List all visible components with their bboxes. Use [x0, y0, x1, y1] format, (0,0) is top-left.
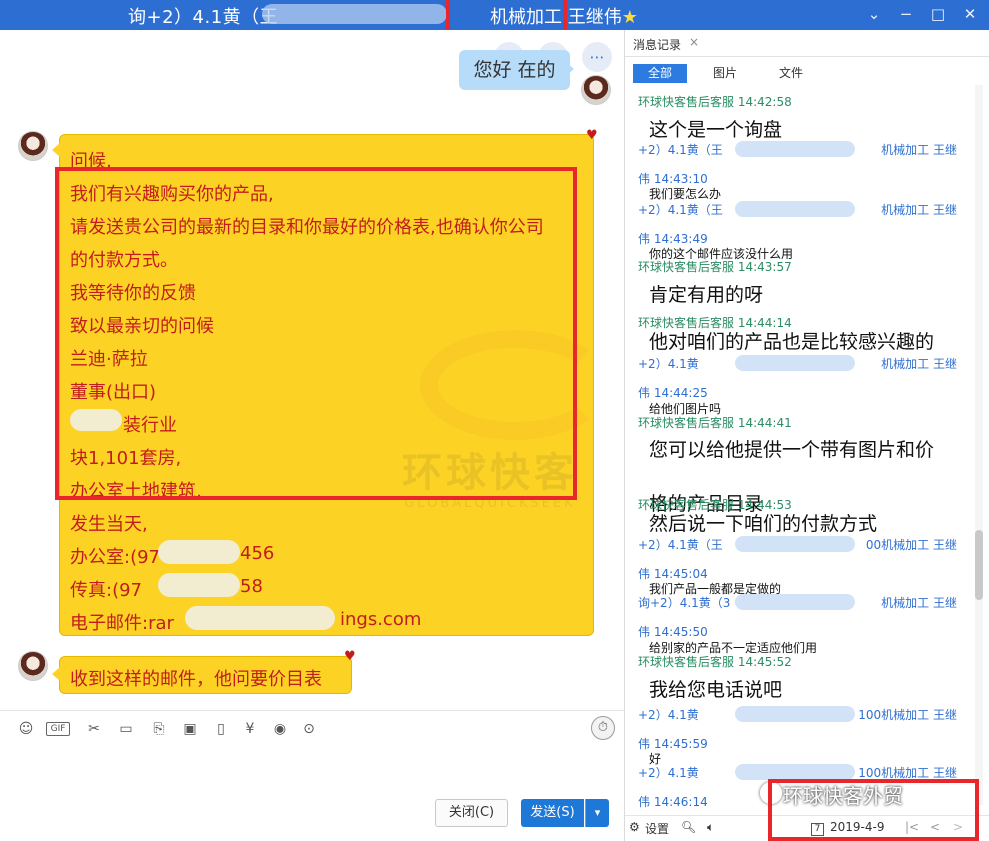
image-icon[interactable]: ▣: [180, 719, 200, 739]
email-line-tail: 456: [240, 543, 275, 564]
message-text: 收到这样的邮件，他问要价目表: [70, 669, 322, 690]
settings-icon[interactable]: ⚙: [629, 820, 640, 834]
window-title: 询+2）4.1黄（王: [128, 7, 279, 28]
history-entry-message: 我给您电话说吧: [649, 679, 783, 701]
history-entry-header-tail: 00机械加工 王继: [865, 538, 957, 552]
history-panel: 消息记录 × 全部 图片 文件 环球快客售后客服 14:42:58 这个是一个询盘…: [624, 30, 989, 841]
history-entry-message: 您可以给他提供一个带有图片和价: [649, 439, 935, 461]
close-icon[interactable]: ✕: [959, 3, 981, 25]
redaction: [185, 606, 335, 630]
contact-avatar[interactable]: [18, 131, 48, 161]
scrollbar-track[interactable]: [975, 85, 983, 805]
history-entry-header: +2）4.1黄（王: [638, 143, 723, 157]
history-entry-header: 环球快客售后客服 14:44:41: [638, 416, 792, 430]
history-entry-header-tail: 100机械加工 王继: [858, 708, 957, 722]
filter-files[interactable]: 文件: [767, 64, 815, 83]
email-line: 发生当天,: [70, 514, 148, 535]
sent-bubble-tail: [566, 62, 574, 76]
email-line: 办公室:(97: [70, 547, 160, 568]
email-line: 电子邮件:rar: [70, 613, 174, 634]
send-options-icon[interactable]: ▾: [585, 799, 609, 827]
bubble-tail: [52, 667, 60, 681]
dropdown-icon[interactable]: ⌄: [863, 3, 885, 25]
highlight-box-email: [55, 167, 577, 500]
history-entry-time: 伟 14:45:50: [638, 625, 708, 639]
history-entry-header: 环球快客售后客服 14:42:58: [638, 95, 792, 109]
history-entry-header: 环球快客售后客服 14:43:57: [638, 260, 792, 274]
sent-message-bubble: 您好 在的: [459, 50, 570, 90]
redaction: [735, 594, 855, 610]
history-entry-header: 环球快客售后客服 14:45:52: [638, 655, 792, 669]
emoji-icon[interactable]: ☺: [16, 719, 36, 739]
red-packet-icon[interactable]: ¥: [240, 719, 260, 739]
history-entry-time: 伟 14:46:14: [638, 795, 708, 809]
minimize-icon[interactable]: −: [895, 3, 917, 25]
folder-icon[interactable]: ▭: [116, 719, 136, 739]
close-tab-icon[interactable]: ×: [689, 35, 699, 49]
history-entry-header-tail: 机械加工 王继: [881, 143, 957, 157]
gif-icon[interactable]: GIF: [46, 722, 70, 736]
heart-icon: ♥: [344, 649, 356, 664]
more-icon[interactable]: ⋯: [582, 42, 612, 72]
email-line-tail: ings.com: [340, 609, 422, 630]
maximize-icon[interactable]: □: [927, 3, 949, 25]
volume-icon[interactable]: 🔈︎: [707, 820, 714, 835]
more-tools-icon[interactable]: ⊙: [299, 719, 319, 739]
redaction: [735, 141, 855, 157]
star-icon: ★: [621, 7, 638, 28]
message-bubble: 收到这样的邮件，他问要价目表: [59, 656, 352, 694]
redaction: [735, 536, 855, 552]
history-entry-header: +2）4.1黄: [638, 766, 699, 780]
history-entry-time: 伟 14:44:25: [638, 386, 708, 400]
email-line: 传真:(97: [70, 580, 142, 601]
redaction: [735, 355, 855, 371]
history-entry-header: +2）4.1黄: [638, 357, 699, 371]
history-entry-header-tail: 机械加工 王继: [881, 203, 957, 217]
history-entry-message: 肯定有用的呀: [649, 284, 764, 306]
history-entry-header: 询+2）4.1黄（3: [638, 596, 731, 610]
redaction: [158, 573, 240, 597]
history-entry-message: 他对咱们的产品也是比较感兴趣的: [649, 331, 935, 353]
redaction: [735, 201, 855, 217]
redaction: [158, 540, 240, 564]
close-button[interactable]: 关闭(C): [435, 799, 508, 827]
highlight-box-date: [768, 779, 979, 841]
contact-avatar[interactable]: [18, 651, 48, 681]
blurred-title-segment: [262, 4, 447, 24]
scissors-icon[interactable]: ✂: [84, 719, 104, 739]
search-icon[interactable]: 🔍︎: [681, 820, 696, 834]
send-button[interactable]: 发送(S): [521, 799, 584, 827]
history-entry-header: +2）4.1黄（王: [638, 203, 723, 217]
input-toolbar: ☺ GIF ✂ ▭ ⎘ ▣ ▯ ¥ ◉ ⊙: [0, 710, 624, 746]
music-icon[interactable]: ◉: [270, 719, 290, 739]
self-avatar[interactable]: [581, 75, 611, 105]
file-icon[interactable]: ⎘: [149, 719, 169, 739]
bubble-tail: [52, 143, 60, 157]
history-entry-header-tail: 机械加工 王继: [881, 596, 957, 610]
settings-label[interactable]: 设置: [645, 820, 669, 837]
filter-all[interactable]: 全部: [633, 64, 687, 83]
tab-history[interactable]: 消息记录: [633, 36, 681, 53]
history-entry-message: 然后说一下咱们的付款方式: [649, 513, 878, 535]
scrollbar-thumb[interactable]: [975, 530, 983, 600]
history-entry-header: +2）4.1黄: [638, 708, 699, 722]
redaction: [735, 706, 855, 722]
redaction: [735, 764, 855, 780]
heart-icon: ♥: [586, 128, 598, 143]
history-entry-message: 这个是一个询盘: [649, 119, 783, 141]
window-controls: ⌄ − □ ✕: [863, 3, 981, 25]
filter-images[interactable]: 图片: [701, 64, 749, 83]
shake-icon[interactable]: ▯: [211, 719, 231, 739]
email-line-tail: 58: [240, 576, 263, 597]
history-clock-icon[interactable]: ⏱: [591, 716, 615, 740]
tab-divider: [625, 56, 989, 57]
history-entry-header: +2）4.1黄（王: [638, 538, 723, 552]
history-entry-message: 我们要怎么办: [649, 187, 722, 201]
history-entry-header-tail: 机械加工 王继: [881, 357, 957, 371]
